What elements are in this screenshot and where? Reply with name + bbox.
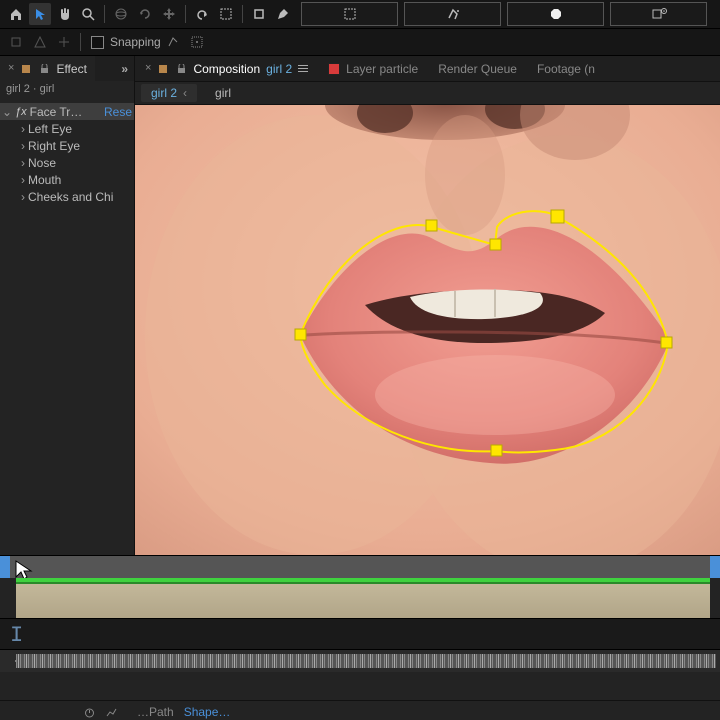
comp-tab-active[interactable]: × Composition girl 2 (135, 56, 318, 81)
composition-viewer[interactable] (135, 105, 720, 555)
effect-prop-label: Mouth (28, 173, 132, 187)
mode-button-1[interactable] (301, 2, 398, 26)
snap-opt-a-icon[interactable] (162, 31, 184, 53)
effects-panel: × Effect » girl 2 · girl ⌄ ƒx Face Tr… R… (0, 56, 135, 555)
effects-tabs: × Effect » (0, 56, 134, 81)
effect-prop-row[interactable]: ›Nose (0, 154, 134, 171)
second-toolbar: Snapping (0, 29, 720, 56)
comp-tab-title: Composition (193, 62, 260, 76)
lock-icon[interactable] (38, 63, 50, 75)
effects-breadcrumb: girl 2 · girl (0, 81, 134, 103)
layer-color-swatch (328, 63, 340, 75)
effect-prop-row[interactable]: ›Left Eye (0, 120, 134, 137)
viewer-area: × Composition girl 2 Layer particle Rend… (135, 56, 720, 555)
comp-tab-footage[interactable]: Footage (n (527, 56, 605, 81)
effect-name: Face Tr… (30, 105, 104, 119)
timeline-clip[interactable] (16, 584, 710, 618)
comp-icon (157, 63, 169, 75)
breadcrumb-item[interactable]: girl (205, 84, 241, 102)
twirl-right-icon[interactable]: › (18, 122, 28, 136)
orbit-icon[interactable] (110, 3, 132, 25)
mode-button-4[interactable] (610, 2, 707, 26)
work-area-start-handle[interactable] (0, 556, 10, 578)
breadcrumb-label: girl (215, 86, 231, 100)
comp-tab-layer-label: Layer particle (346, 62, 418, 76)
separator (104, 5, 105, 23)
twirl-down-icon[interactable]: ⌄ (2, 105, 12, 119)
comp-breadcrumb: girl 2 ‹ girl (135, 81, 720, 105)
effect-prop-row[interactable]: ›Cheeks and Chi (0, 188, 134, 205)
comp-tab-rq-label: Render Queue (438, 62, 517, 76)
preset-icon (20, 63, 32, 75)
work-area-end-handle[interactable] (710, 556, 720, 578)
timeline-track[interactable] (0, 578, 720, 618)
separator (242, 5, 243, 23)
home-icon[interactable] (5, 3, 27, 25)
snapping-label: Snapping (110, 35, 161, 49)
move-icon[interactable] (158, 3, 180, 25)
effect-reset-link[interactable]: Rese (104, 105, 132, 119)
twirl-right-icon[interactable]: › (18, 173, 28, 187)
timeline-footer: …Path Shape… (0, 700, 720, 720)
lock-icon[interactable] (175, 63, 187, 75)
tab-menu-icon[interactable] (298, 65, 308, 72)
effect-prop-row[interactable]: ›Right Eye (0, 137, 134, 154)
timeline-spacer: I (0, 618, 720, 650)
breadcrumb-item[interactable]: girl 2 ‹ (141, 84, 197, 102)
rotate-icon[interactable] (134, 3, 156, 25)
playhead-icon[interactable]: I (10, 623, 23, 648)
breadcrumb-label: girl 2 (151, 86, 177, 100)
separator (185, 5, 186, 23)
selection-tool-icon[interactable] (29, 3, 51, 25)
comp-tab-layer[interactable]: Layer particle (318, 56, 428, 81)
hand-tool-icon[interactable] (53, 3, 75, 25)
timeline-panel: I …Path Shape… (0, 555, 720, 720)
mask-icon[interactable] (215, 3, 237, 25)
effect-header-row[interactable]: ⌄ ƒx Face Tr… Rese (0, 103, 134, 120)
effects-tab[interactable]: × Effect (0, 56, 95, 81)
stopwatch-icon[interactable] (83, 706, 95, 718)
separator (80, 33, 81, 51)
close-icon[interactable]: × (145, 63, 151, 74)
snapping-checkbox[interactable] (91, 36, 104, 49)
keyframe-track[interactable] (0, 650, 720, 672)
tl-shape-link[interactable]: Shape… (184, 705, 231, 719)
effect-prop-label: Nose (28, 156, 132, 170)
viewer-canvas (135, 105, 720, 555)
pen-tool-icon[interactable] (272, 3, 294, 25)
top-toolbar (0, 0, 720, 29)
twirl-right-icon[interactable]: › (18, 156, 28, 170)
mode-button-2[interactable] (404, 2, 501, 26)
panel-overflow-icon[interactable]: » (115, 56, 134, 81)
comp-tab-render-queue[interactable]: Render Queue (428, 56, 527, 81)
chevron-left-icon: ‹ (183, 86, 187, 100)
effect-prop-label: Right Eye (28, 139, 132, 153)
zoom-tool-icon[interactable] (77, 3, 99, 25)
graph-icon[interactable] (105, 706, 117, 718)
comp-tabs: × Composition girl 2 Layer particle Rend… (135, 56, 720, 81)
snapping-toggle[interactable]: Snapping (91, 35, 161, 49)
mode-buttons (298, 0, 716, 28)
comp-tab-name: girl 2 (266, 62, 292, 76)
close-icon[interactable]: × (8, 63, 14, 74)
effects-tab-title: Effect (56, 62, 86, 76)
twirl-right-icon[interactable]: › (18, 190, 28, 204)
twirl-right-icon[interactable]: › (18, 139, 28, 153)
effect-prop-row[interactable]: ›Mouth (0, 171, 134, 188)
comp-tab-footage-label: Footage (n (537, 62, 595, 76)
mode-button-3[interactable] (507, 2, 604, 26)
tl-path-label: …Path (137, 705, 174, 719)
snap-opt-b-icon[interactable] (186, 31, 208, 53)
fx-badge-icon: ƒx (12, 106, 30, 118)
tool2-b-icon[interactable] (29, 31, 51, 53)
tool2-a-icon[interactable] (5, 31, 27, 53)
shape-tool-icon[interactable] (248, 3, 270, 25)
tool2-c-icon[interactable] (53, 31, 75, 53)
effect-prop-label: Left Eye (28, 122, 132, 136)
timeline-scrubber[interactable] (0, 556, 720, 578)
effect-prop-label: Cheeks and Chi (28, 190, 132, 204)
undo-icon[interactable] (191, 3, 213, 25)
